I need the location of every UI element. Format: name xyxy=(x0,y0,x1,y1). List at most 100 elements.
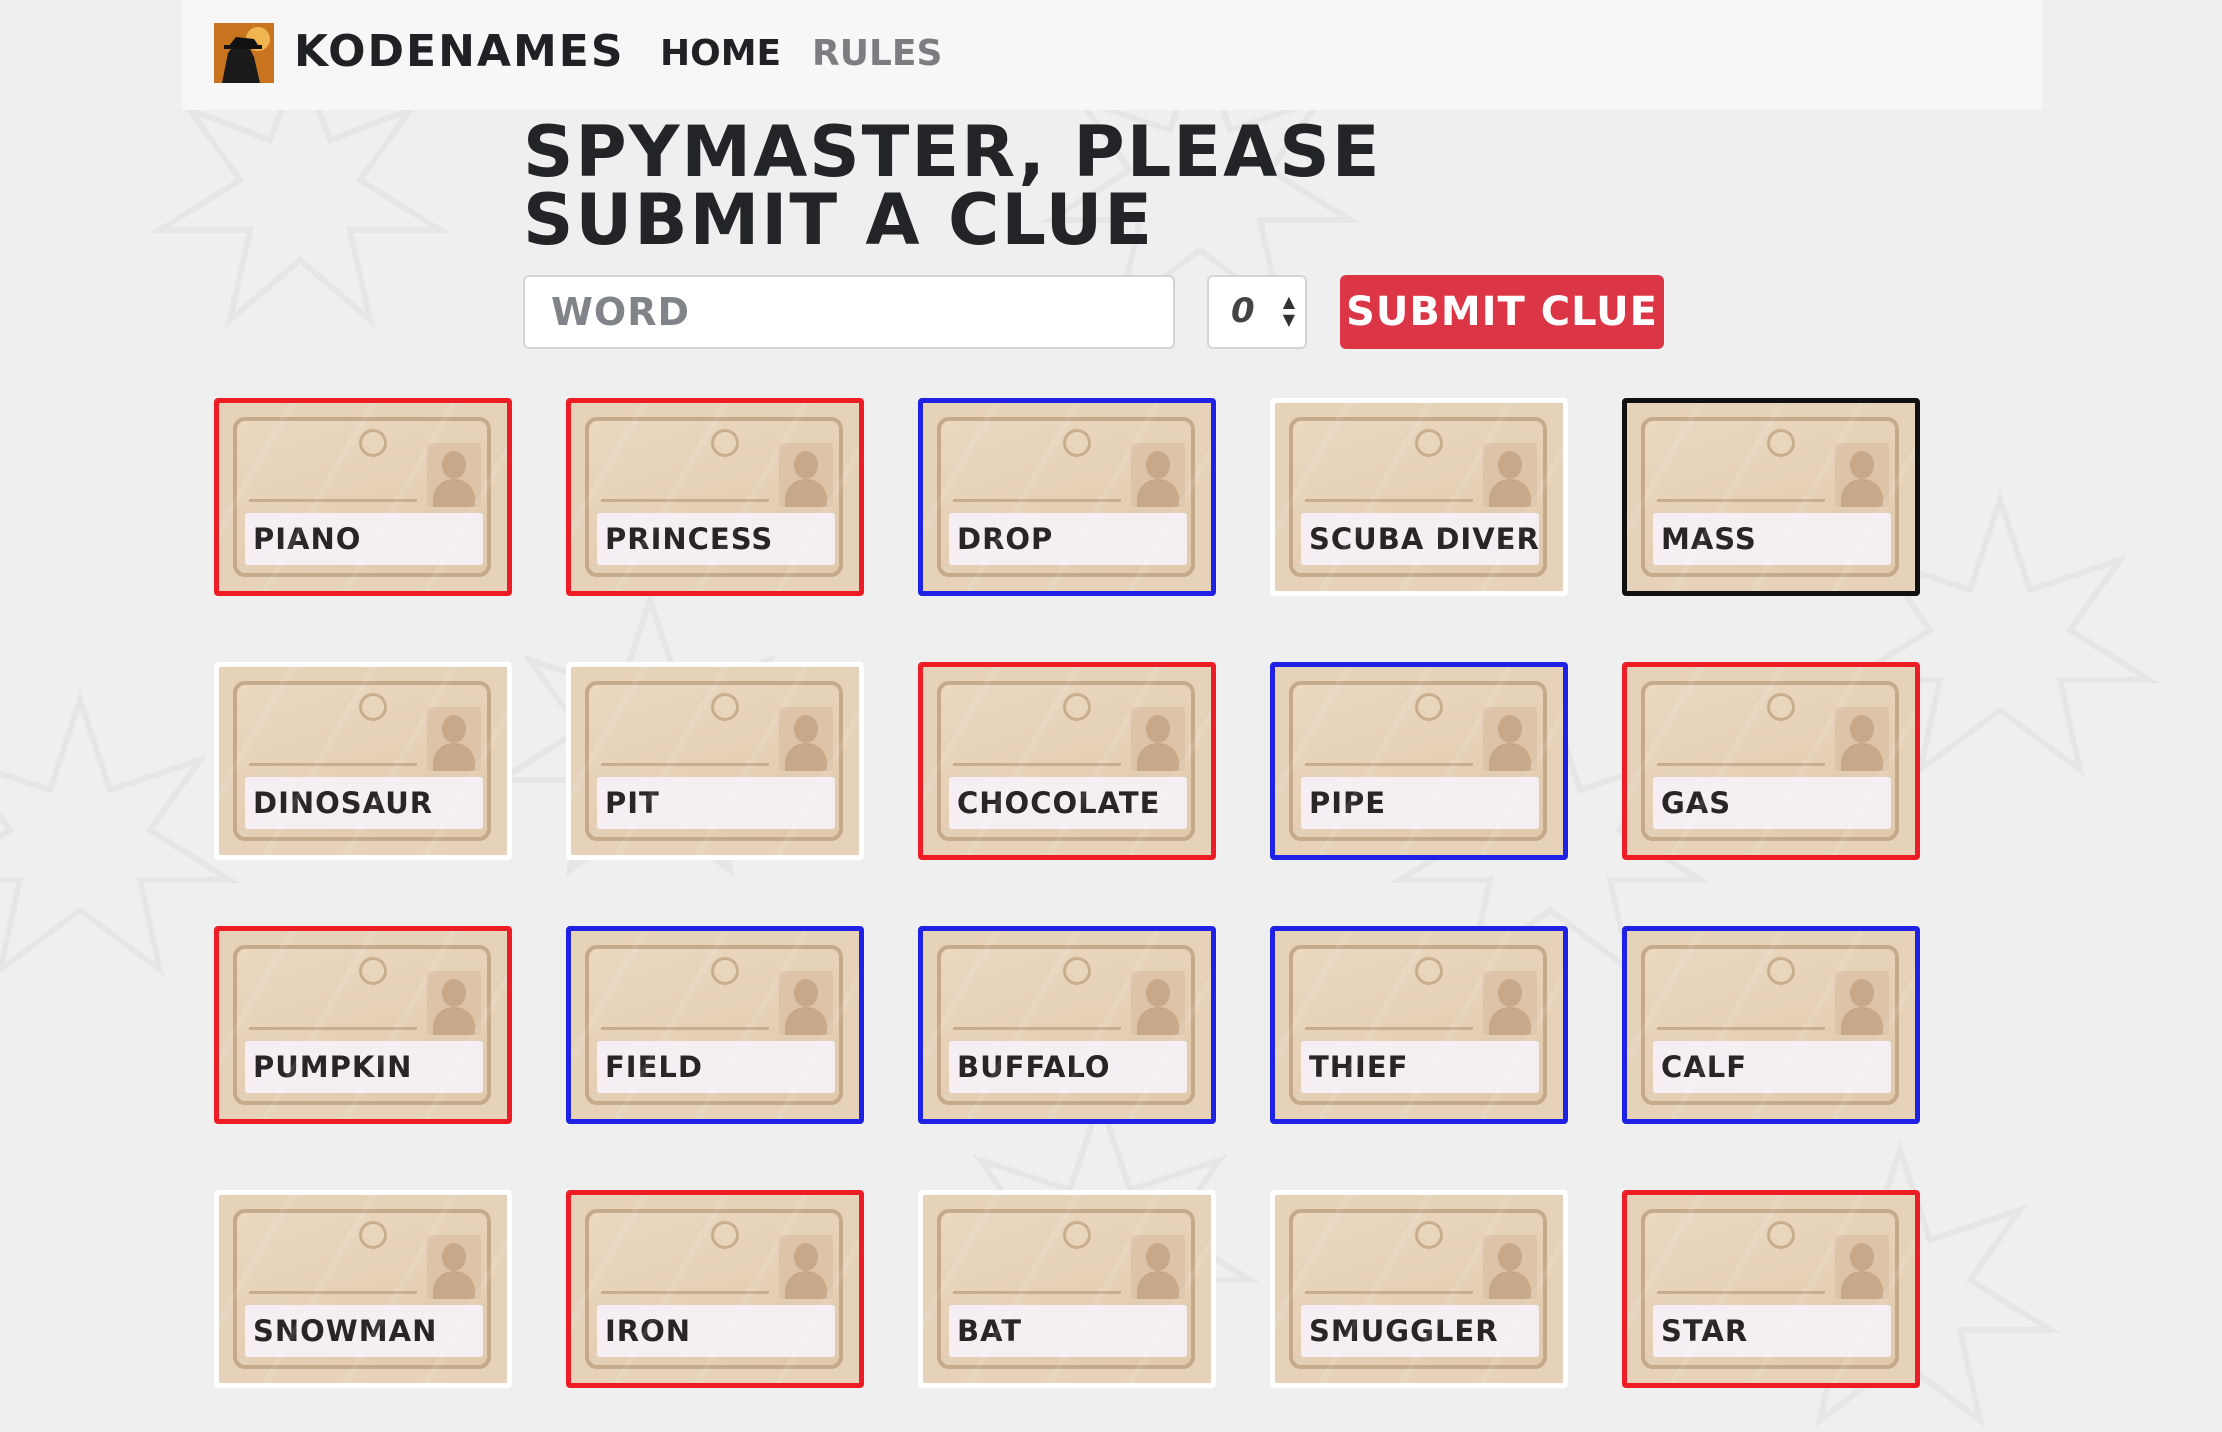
word-card[interactable]: IRON xyxy=(566,1190,864,1388)
badge-hole-icon xyxy=(1415,693,1443,721)
silhouette-icon xyxy=(427,971,481,1035)
id-badge: MASS xyxy=(1641,417,1899,577)
card-word: PUMPKIN xyxy=(245,1041,483,1093)
id-badge: BUFFALO xyxy=(937,945,1195,1105)
card-word: IRON xyxy=(597,1305,835,1357)
badge-signature-line xyxy=(1305,1027,1473,1030)
card-word: STAR xyxy=(1653,1305,1891,1357)
id-badge: FIELD xyxy=(585,945,843,1105)
badge-hole-icon xyxy=(1415,1221,1443,1249)
card-word: PIANO xyxy=(245,513,483,565)
card-word: CALF xyxy=(1653,1041,1891,1093)
badge-hole-icon xyxy=(711,1221,739,1249)
card-word: PIT xyxy=(597,777,835,829)
submit-clue-button[interactable]: SUBMIT CLUE xyxy=(1340,275,1664,349)
card-word: BAT xyxy=(949,1305,1187,1357)
badge-signature-line xyxy=(953,1027,1121,1030)
badge-hole-icon xyxy=(359,957,387,985)
word-card[interactable]: BAT xyxy=(918,1190,1216,1388)
badge-signature-line xyxy=(1305,1291,1473,1294)
badge-signature-line xyxy=(249,1291,417,1294)
word-card[interactable]: MASS xyxy=(1622,398,1920,596)
silhouette-icon xyxy=(1483,707,1537,771)
card-word: SMUGGLER xyxy=(1301,1305,1539,1357)
silhouette-icon xyxy=(1483,1235,1537,1299)
word-card[interactable]: PIT xyxy=(566,662,864,860)
card-word: DINOSAUR xyxy=(245,777,483,829)
word-card[interactable]: CALF xyxy=(1622,926,1920,1124)
id-badge: STAR xyxy=(1641,1209,1899,1369)
badge-hole-icon xyxy=(359,1221,387,1249)
id-badge: IRON xyxy=(585,1209,843,1369)
badge-signature-line xyxy=(1657,763,1825,766)
word-card[interactable]: GAS xyxy=(1622,662,1920,860)
word-card[interactable]: PRINCESS xyxy=(566,398,864,596)
id-badge: THIEF xyxy=(1289,945,1547,1105)
badge-signature-line xyxy=(1657,1027,1825,1030)
word-card[interactable]: PIANO xyxy=(214,398,512,596)
nav-home-link[interactable]: HOME xyxy=(660,33,781,74)
badge-hole-icon xyxy=(1063,957,1091,985)
word-card[interactable]: SNOWMAN xyxy=(214,1190,512,1388)
word-card[interactable]: BUFFALO xyxy=(918,926,1216,1124)
word-card[interactable]: THIEF xyxy=(1270,926,1568,1124)
badge-signature-line xyxy=(601,499,769,502)
badge-hole-icon xyxy=(1415,957,1443,985)
word-card[interactable]: STAR xyxy=(1622,1190,1920,1388)
id-badge: PUMPKIN xyxy=(233,945,491,1105)
badge-signature-line xyxy=(953,763,1121,766)
badge-hole-icon xyxy=(1415,429,1443,457)
nav-rules-link[interactable]: RULES xyxy=(812,33,942,74)
word-card[interactable]: FIELD xyxy=(566,926,864,1124)
card-word: FIELD xyxy=(597,1041,835,1093)
badge-hole-icon xyxy=(711,429,739,457)
silhouette-icon xyxy=(1131,443,1185,507)
spy-logo-icon[interactable] xyxy=(214,23,274,83)
id-badge: PRINCESS xyxy=(585,417,843,577)
badge-hole-icon xyxy=(359,693,387,721)
badge-hole-icon xyxy=(1063,429,1091,457)
word-card[interactable]: CHOCOLATE xyxy=(918,662,1216,860)
id-badge: GAS xyxy=(1641,681,1899,841)
badge-signature-line xyxy=(953,499,1121,502)
card-word: DROP xyxy=(949,513,1187,565)
silhouette-icon xyxy=(1131,971,1185,1035)
badge-hole-icon xyxy=(1063,1221,1091,1249)
silhouette-icon xyxy=(1131,1235,1185,1299)
clue-number-select[interactable]: 0 ▲ ▼ xyxy=(1207,275,1307,349)
card-word: PRINCESS xyxy=(597,513,835,565)
brand-name[interactable]: KODENAMES xyxy=(294,26,625,77)
id-badge: PIT xyxy=(585,681,843,841)
silhouette-icon xyxy=(1483,443,1537,507)
clue-prompt-heading: SPYMASTER, PLEASE SUBMIT A CLUE xyxy=(523,111,1382,261)
word-card[interactable]: DINOSAUR xyxy=(214,662,512,860)
silhouette-icon xyxy=(427,1235,481,1299)
card-word: SNOWMAN xyxy=(245,1305,483,1357)
word-card[interactable]: PUMPKIN xyxy=(214,926,512,1124)
silhouette-icon xyxy=(1483,971,1537,1035)
silhouette-icon xyxy=(779,707,833,771)
badge-hole-icon xyxy=(711,957,739,985)
card-word: BUFFALO xyxy=(949,1041,1187,1093)
word-card[interactable]: PIPE xyxy=(1270,662,1568,860)
silhouette-icon xyxy=(427,707,481,771)
clue-word-input[interactable] xyxy=(523,275,1175,349)
select-arrows-icon: ▲ ▼ xyxy=(1282,292,1295,329)
badge-hole-icon xyxy=(1767,1221,1795,1249)
card-word: SCUBA DIVER xyxy=(1301,513,1539,565)
badge-signature-line xyxy=(1657,1291,1825,1294)
card-word: GAS xyxy=(1653,777,1891,829)
word-card[interactable]: SMUGGLER xyxy=(1270,1190,1568,1388)
badge-hole-icon xyxy=(1063,693,1091,721)
word-card[interactable]: DROP xyxy=(918,398,1216,596)
silhouette-icon xyxy=(1835,707,1889,771)
id-badge: DROP xyxy=(937,417,1195,577)
badge-signature-line xyxy=(601,1291,769,1294)
word-card[interactable]: SCUBA DIVER xyxy=(1270,398,1568,596)
clue-number-value: 0 xyxy=(1231,291,1255,331)
id-badge: SCUBA DIVER xyxy=(1289,417,1547,577)
badge-signature-line xyxy=(1305,763,1473,766)
badge-hole-icon xyxy=(1767,957,1795,985)
id-badge: BAT xyxy=(937,1209,1195,1369)
silhouette-icon xyxy=(1131,707,1185,771)
